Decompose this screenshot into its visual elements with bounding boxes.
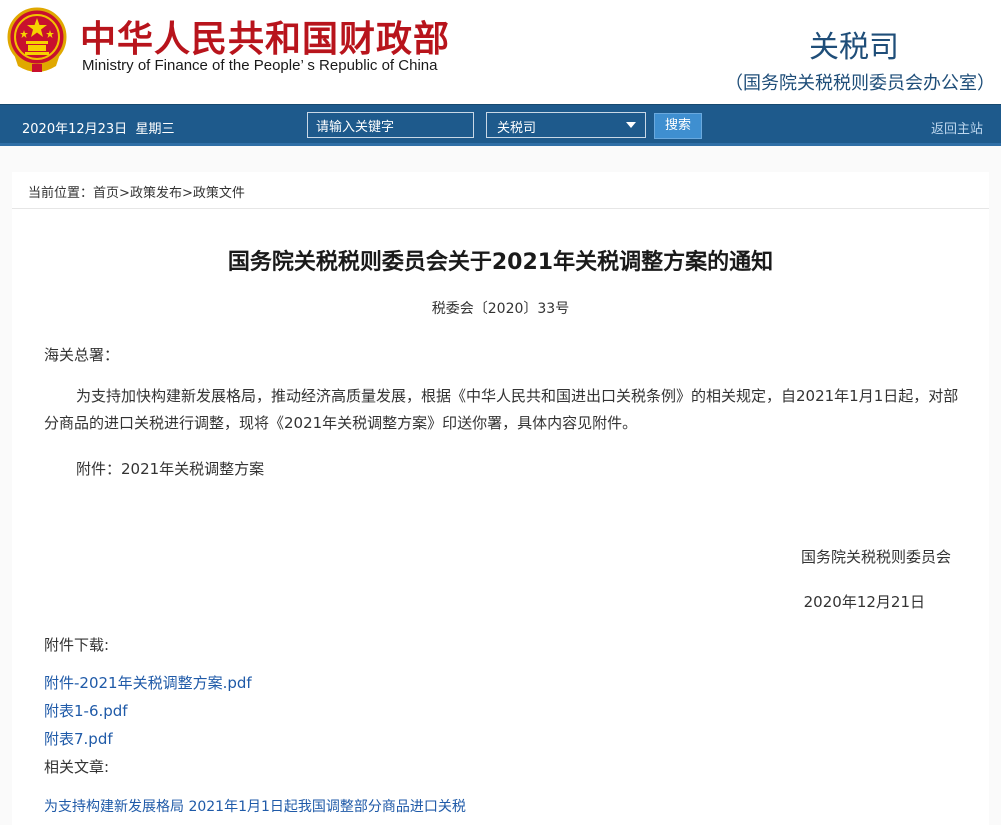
download-link-table-1-6[interactable]: 附表1-6.pdf bbox=[44, 700, 128, 721]
breadcrumb-separator: > bbox=[119, 186, 130, 201]
dept-subtitle: （国务院关税税则委员会办公室） bbox=[725, 73, 995, 94]
scope-select-value: 关税司 bbox=[497, 121, 537, 136]
scope-select[interactable]: 关税司 bbox=[486, 112, 646, 138]
salutation: 海关总署： bbox=[44, 346, 120, 364]
national-emblem-icon bbox=[6, 6, 68, 74]
related-heading: 相关文章: bbox=[44, 758, 110, 776]
dept-name: 关税司 bbox=[809, 30, 899, 65]
downloads-heading: 附件下载: bbox=[44, 636, 110, 654]
content-area: 当前位置：首页>政策发布>政策文件 国务院关税税则委员会关于2021年关税调整方… bbox=[0, 146, 1001, 825]
breadcrumb-policy-release[interactable]: 政策发布 bbox=[130, 186, 182, 201]
search-input[interactable] bbox=[307, 112, 474, 138]
breadcrumb-prefix: 当前位置： bbox=[28, 186, 94, 201]
weekday-text: 星期三 bbox=[135, 122, 175, 137]
article-body: 为支持加快构建新发展格局，推动经济高质量发展，根据《中华人民共和国进出口关税条例… bbox=[44, 387, 959, 432]
breadcrumb-separator: > bbox=[181, 186, 193, 201]
breadcrumb-divider bbox=[12, 208, 989, 209]
breadcrumb-policy-docs[interactable]: 政策文件 bbox=[193, 186, 245, 201]
related-article-link[interactable]: 为支持构建新发展格局 2021年1月1日起我国调整部分商品进口关税 bbox=[44, 796, 466, 816]
document-number: 税委会〔2020〕33号 bbox=[431, 301, 570, 317]
search-button[interactable]: 搜索 bbox=[654, 113, 702, 139]
download-link-table-7[interactable]: 附表7.pdf bbox=[44, 728, 113, 749]
sign-date: 2020年12月21日 bbox=[803, 593, 925, 611]
breadcrumb: 当前位置：首页>政策发布>政策文件 bbox=[28, 182, 245, 201]
attachment-note: 附件：2021年关税调整方案 bbox=[76, 460, 265, 478]
current-date: 2020年12月23日 星期三 bbox=[22, 118, 174, 137]
download-link-plan[interactable]: 附件-2021年关税调整方案.pdf bbox=[44, 672, 252, 693]
site-name-cn[interactable]: 中华人民共和国财政部 bbox=[80, 10, 450, 62]
signer: 国务院关税税则委员会 bbox=[800, 548, 951, 566]
back-home-link[interactable]: 返回主站 bbox=[931, 118, 983, 137]
chevron-down-icon bbox=[626, 122, 636, 128]
date-text: 2020年12月23日 bbox=[22, 122, 128, 137]
article-card: 当前位置：首页>政策发布>政策文件 国务院关税税则委员会关于2021年关税调整方… bbox=[12, 172, 989, 825]
article-title: 国务院关税税则委员会关于2021年关税调整方案的通知 bbox=[227, 250, 774, 275]
site-header: 中华人民共和国财政部 Ministry of Finance of the Pe… bbox=[0, 0, 1001, 104]
nav-bar: 2020年12月23日 星期三 关税司 搜索 返回主站 bbox=[0, 104, 1001, 146]
breadcrumb-home[interactable]: 首页 bbox=[93, 186, 119, 201]
site-name-en[interactable]: Ministry of Finance of the People’ s Rep… bbox=[82, 57, 437, 74]
